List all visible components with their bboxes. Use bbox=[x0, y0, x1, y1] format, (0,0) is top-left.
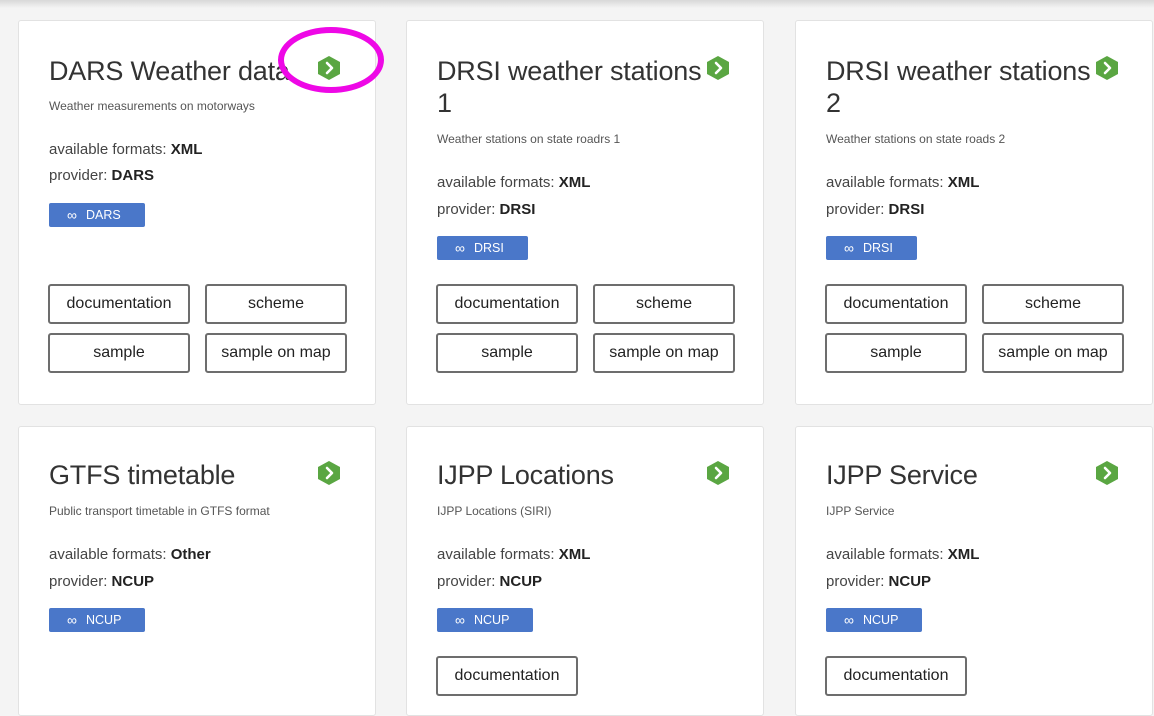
card-title: DRSI weather stations 2 bbox=[826, 56, 1091, 118]
provider: provider: DRSI bbox=[437, 201, 536, 218]
provider: provider: NCUP bbox=[49, 573, 155, 590]
card-title: IJPP Locations bbox=[437, 460, 614, 490]
documentation-button[interactable]: documentation bbox=[48, 284, 190, 324]
sample-button[interactable]: sample bbox=[825, 333, 967, 373]
documentation-button[interactable]: documentation bbox=[436, 284, 578, 324]
formats-value: XML bbox=[558, 174, 591, 191]
formats-value: XML bbox=[947, 174, 980, 191]
provider-link-button[interactable]: ∞ DARS bbox=[49, 203, 145, 227]
formats-value: XML bbox=[558, 546, 591, 563]
formats-value: Other bbox=[170, 546, 211, 563]
provider: provider: NCUP bbox=[437, 573, 543, 590]
sample-button[interactable]: sample bbox=[436, 333, 578, 373]
available-formats: available formats: XML bbox=[437, 174, 591, 191]
card-description: Public transport timetable in GTFS forma… bbox=[49, 504, 270, 518]
open-dataset-icon[interactable] bbox=[1094, 460, 1120, 486]
dataset-grid: DARS Weather data Weather measurements o… bbox=[0, 0, 1154, 716]
card-description: Weather stations on state roads 2 bbox=[826, 132, 1006, 146]
sample-on-map-button[interactable]: sample on map bbox=[593, 333, 735, 373]
formats-value: XML bbox=[947, 546, 980, 563]
provider-link-button[interactable]: ∞ DRSI bbox=[826, 236, 917, 260]
sample-on-map-button[interactable]: sample on map bbox=[982, 333, 1124, 373]
dataset-card-drsi-stations-1: DRSI weather stations 1 Weather stations… bbox=[406, 20, 764, 405]
link-icon: ∞ bbox=[455, 612, 465, 628]
link-icon: ∞ bbox=[844, 240, 854, 256]
provider-value: NCUP bbox=[499, 573, 543, 590]
provider-value: DARS bbox=[111, 167, 155, 184]
card-description: Weather stations on state roadrs 1 bbox=[437, 132, 621, 146]
documentation-button[interactable]: documentation bbox=[436, 656, 578, 696]
card-title: IJPP Service bbox=[826, 460, 978, 490]
link-icon: ∞ bbox=[67, 612, 77, 628]
card-title: GTFS timetable bbox=[49, 460, 236, 490]
card-title: DRSI weather stations 1 bbox=[437, 56, 702, 118]
open-dataset-icon[interactable] bbox=[316, 55, 342, 81]
available-formats: available formats: Other bbox=[49, 546, 211, 563]
provider-value: DRSI bbox=[888, 201, 925, 218]
provider-link-button[interactable]: ∞ NCUP bbox=[437, 608, 534, 632]
card-description: Weather measurements on motorways bbox=[49, 99, 255, 113]
sample-on-map-button[interactable]: sample on map bbox=[205, 333, 347, 373]
dataset-card-ijpp-service: IJPP Service IJPP Service available form… bbox=[795, 426, 1153, 716]
dataset-card-gtfs-timetable: GTFS timetable Public transport timetabl… bbox=[18, 426, 376, 716]
link-icon: ∞ bbox=[455, 240, 465, 256]
provider-link-button[interactable]: ∞ NCUP bbox=[826, 608, 923, 632]
dataset-card-ijpp-locations: IJPP Locations IJPP Locations (SIRI) ava… bbox=[406, 426, 764, 716]
provider-link-button[interactable]: ∞ NCUP bbox=[49, 608, 146, 632]
available-formats: available formats: XML bbox=[826, 174, 980, 191]
formats-value: XML bbox=[170, 141, 203, 158]
link-icon: ∞ bbox=[844, 612, 854, 628]
card-description: IJPP Locations (SIRI) bbox=[437, 504, 552, 518]
card-title: DARS Weather data bbox=[49, 56, 290, 86]
scheme-button[interactable]: scheme bbox=[205, 284, 347, 324]
provider: provider: NCUP bbox=[826, 573, 932, 590]
open-dataset-icon[interactable] bbox=[316, 460, 342, 486]
provider-value: DRSI bbox=[499, 201, 536, 218]
documentation-button[interactable]: documentation bbox=[825, 656, 967, 696]
dataset-card-dars-weather: DARS Weather data Weather measurements o… bbox=[18, 20, 376, 405]
sample-button[interactable]: sample bbox=[48, 333, 190, 373]
provider-value: NCUP bbox=[888, 573, 932, 590]
provider-link-button[interactable]: ∞ DRSI bbox=[437, 236, 528, 260]
provider: provider: DRSI bbox=[826, 201, 925, 218]
scheme-button[interactable]: scheme bbox=[982, 284, 1124, 324]
card-description: IJPP Service bbox=[826, 504, 895, 518]
provider-value: NCUP bbox=[111, 573, 155, 590]
open-dataset-icon[interactable] bbox=[705, 55, 731, 81]
documentation-button[interactable]: documentation bbox=[825, 284, 967, 324]
provider: provider: DARS bbox=[49, 167, 155, 184]
available-formats: available formats: XML bbox=[49, 141, 203, 158]
open-dataset-icon[interactable] bbox=[1094, 55, 1120, 81]
scheme-button[interactable]: scheme bbox=[593, 284, 735, 324]
link-icon: ∞ bbox=[67, 207, 77, 223]
available-formats: available formats: XML bbox=[437, 546, 591, 563]
available-formats: available formats: XML bbox=[826, 546, 980, 563]
dataset-card-drsi-stations-2: DRSI weather stations 2 Weather stations… bbox=[795, 20, 1153, 405]
open-dataset-icon[interactable] bbox=[705, 460, 731, 486]
